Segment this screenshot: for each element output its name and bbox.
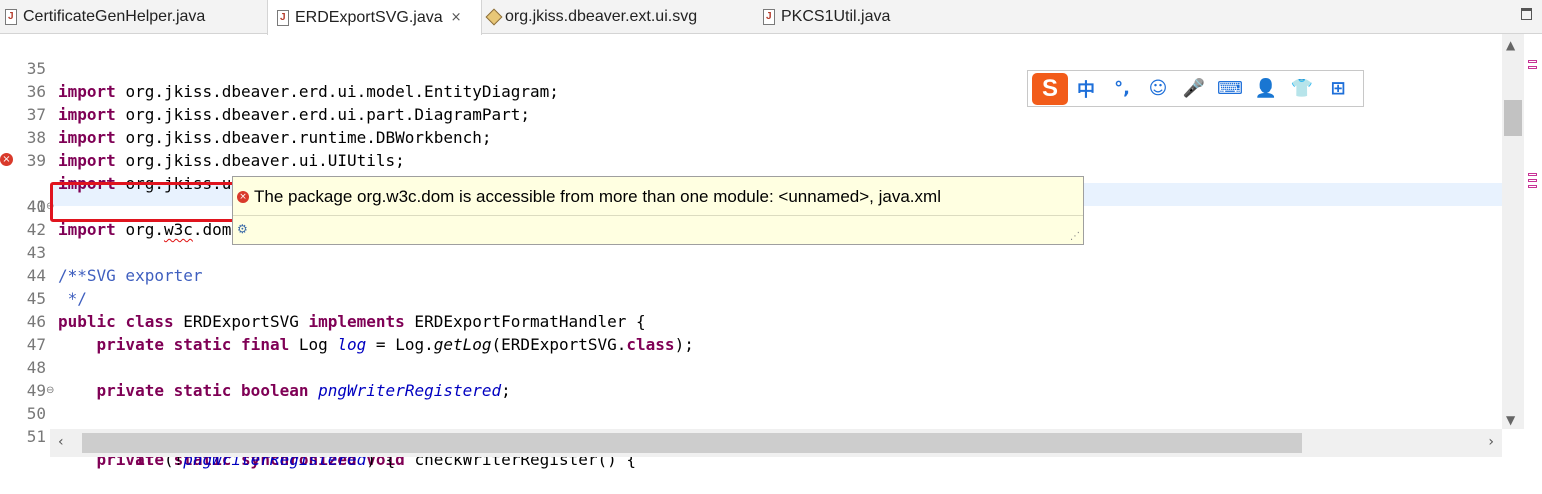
chinese-mode-icon[interactable]: 中 bbox=[1068, 76, 1104, 102]
problem-hover-popup: × The package org.w3c.dom is accessible … bbox=[232, 176, 1084, 245]
error-message: The package org.w3c.dom is accessible fr… bbox=[254, 187, 941, 206]
maximize-icon[interactable] bbox=[1521, 8, 1532, 20]
close-icon[interactable]: × bbox=[451, 10, 462, 25]
java-file-icon: J bbox=[4, 9, 18, 25]
user-icon[interactable]: 👤 bbox=[1248, 78, 1284, 99]
horizontal-scrollbar[interactable]: ‹ › bbox=[50, 429, 1502, 457]
overview-marker[interactable] bbox=[1528, 179, 1537, 182]
tab-pkcs1util[interactable]: J PKCS1Util.java bbox=[762, 0, 890, 34]
code-line: 49 bbox=[0, 356, 1500, 400]
skin-shirt-icon[interactable]: 👕 bbox=[1284, 78, 1320, 99]
scroll-thumb[interactable] bbox=[1504, 100, 1522, 136]
error-x-icon[interactable]: × bbox=[0, 153, 13, 166]
tab-label: PKCS1Util.java bbox=[781, 8, 891, 25]
emoji-icon[interactable]: ☺ bbox=[1140, 78, 1176, 99]
chevron-up-icon[interactable]: ▲ bbox=[1506, 38, 1515, 52]
tab-label: CertificateGenHelper.java bbox=[23, 8, 206, 25]
microphone-icon[interactable]: 🎤 bbox=[1176, 78, 1212, 99]
code-line: 46 private static final Log log = Log.ge… bbox=[0, 287, 1500, 354]
line-number: 51 bbox=[26, 427, 46, 446]
error-x-icon: × bbox=[237, 191, 249, 203]
chevron-right-icon[interactable]: › bbox=[1488, 434, 1494, 450]
tab-erdexportsvg[interactable]: J ERDExportSVG.java × bbox=[267, 0, 482, 35]
toolbox-grid-icon[interactable]: ⊞ bbox=[1320, 78, 1356, 99]
chevron-left-icon[interactable]: ‹ bbox=[58, 434, 64, 450]
sogou-logo-icon[interactable]: S bbox=[1032, 72, 1068, 105]
overview-marker[interactable] bbox=[1528, 173, 1537, 176]
overview-marker[interactable] bbox=[1528, 60, 1537, 63]
package-icon bbox=[485, 8, 503, 26]
tab-label: ERDExportSVG.java bbox=[295, 8, 443, 26]
tab-certificategenhelper[interactable]: J CertificateGenHelper.java bbox=[4, 0, 205, 34]
code-line: 39 import org.jkiss.utils.xml.XMLUtils; bbox=[0, 126, 1500, 193]
overview-marker[interactable] bbox=[1528, 66, 1537, 69]
tab-label: org.jkiss.dbeaver.ext.ui.svg bbox=[505, 8, 698, 25]
java-file-icon: J bbox=[276, 9, 290, 26]
java-file-icon: J bbox=[762, 9, 776, 25]
code-line: 48 private static boolean pngWriterRegis… bbox=[0, 333, 1500, 400]
code-line-error: × 40 import org.w3c.dom.Document; bbox=[0, 149, 1500, 239]
resize-grip-icon[interactable]: ⋰ bbox=[1070, 231, 1080, 242]
overview-marker[interactable] bbox=[1528, 185, 1537, 188]
code-line: 51 if (!pngWriterRegistered) { bbox=[0, 402, 1500, 469]
minus-circle-icon[interactable]: ⊖ bbox=[46, 379, 54, 402]
editor-tab-bar: J CertificateGenHelper.java J ERDExportS… bbox=[0, 0, 1542, 35]
vertical-scrollbar[interactable]: ▲ ▼ bbox=[1502, 34, 1524, 429]
ime-toolbar: S 中 °, ☺ 🎤 ⌨ 👤 👕 ⊞ bbox=[1027, 70, 1364, 107]
code-line: 50 ⊖ private static synchronized void ch… bbox=[0, 379, 1500, 469]
keyboard-icon[interactable]: ⌨ bbox=[1212, 78, 1248, 99]
overview-ruler[interactable] bbox=[1524, 34, 1542, 457]
chevron-down-icon[interactable]: ▼ bbox=[1506, 413, 1515, 427]
punctuation-icon[interactable]: °, bbox=[1104, 78, 1140, 99]
code-line: 35 import org.jkiss.dbeaver.erd.ui.model… bbox=[0, 34, 1500, 101]
code-line: 45 public class ERDExportSVG implements … bbox=[0, 264, 1500, 331]
divider bbox=[233, 215, 1083, 216]
code-line: 47 bbox=[0, 310, 1500, 354]
scroll-thumb[interactable] bbox=[82, 433, 1302, 453]
quick-fix-icon[interactable]: ⚙ bbox=[237, 222, 248, 236]
tab-svg-package[interactable]: org.jkiss.dbeaver.ext.ui.svg bbox=[485, 0, 698, 34]
